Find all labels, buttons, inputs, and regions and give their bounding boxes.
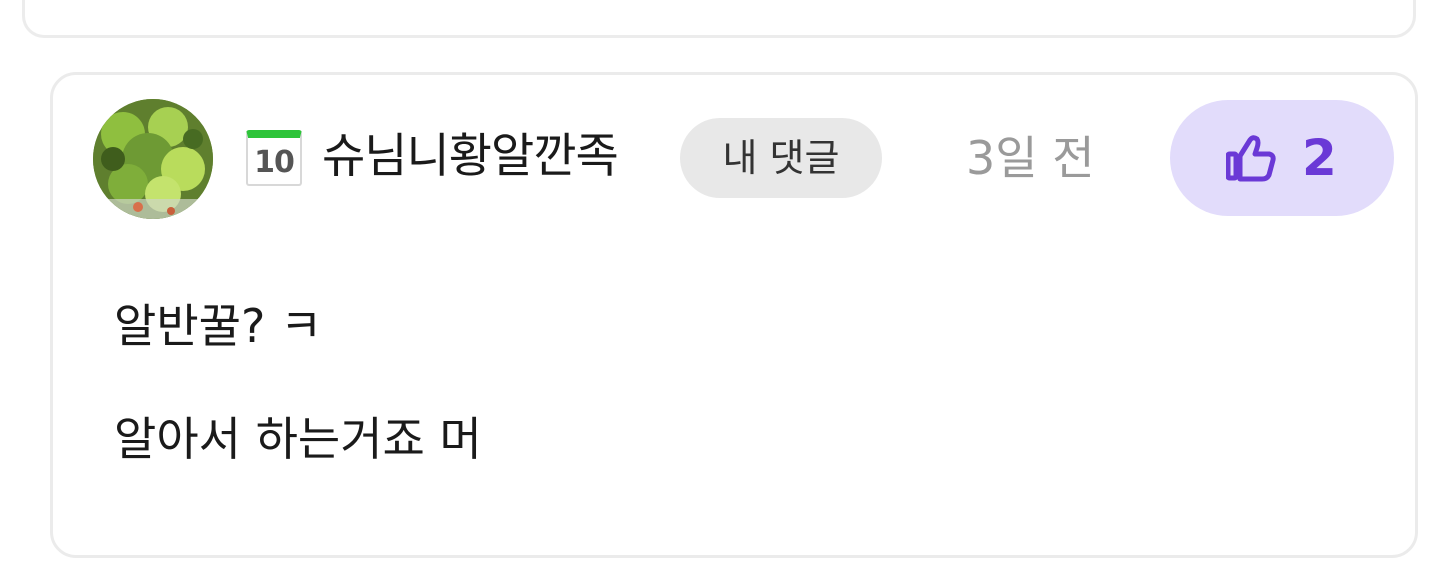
comment-body-line: 알아서 하는거죠 머 (114, 412, 482, 466)
like-button[interactable]: 2 (1170, 100, 1394, 216)
like-count: 2 (1302, 129, 1337, 187)
thumbs-up-icon (1226, 135, 1276, 182)
author-username[interactable]: 슈님니황알깐족 (322, 126, 619, 188)
user-level-badge: 10 (246, 130, 302, 186)
comment-body-line: 알반꿀? ㅋ (114, 299, 323, 353)
previous-comment-card (22, 0, 1416, 38)
comment-timestamp: 3일 전 (966, 131, 1095, 185)
avatar-image (93, 99, 213, 219)
author-avatar[interactable] (93, 99, 213, 219)
my-comment-tag: 내 댓글 (680, 118, 882, 198)
comment-body: 알반꿀? ㅋ 알아서 하는거죠 머 (114, 296, 482, 469)
user-level-number: 10 (254, 145, 295, 180)
